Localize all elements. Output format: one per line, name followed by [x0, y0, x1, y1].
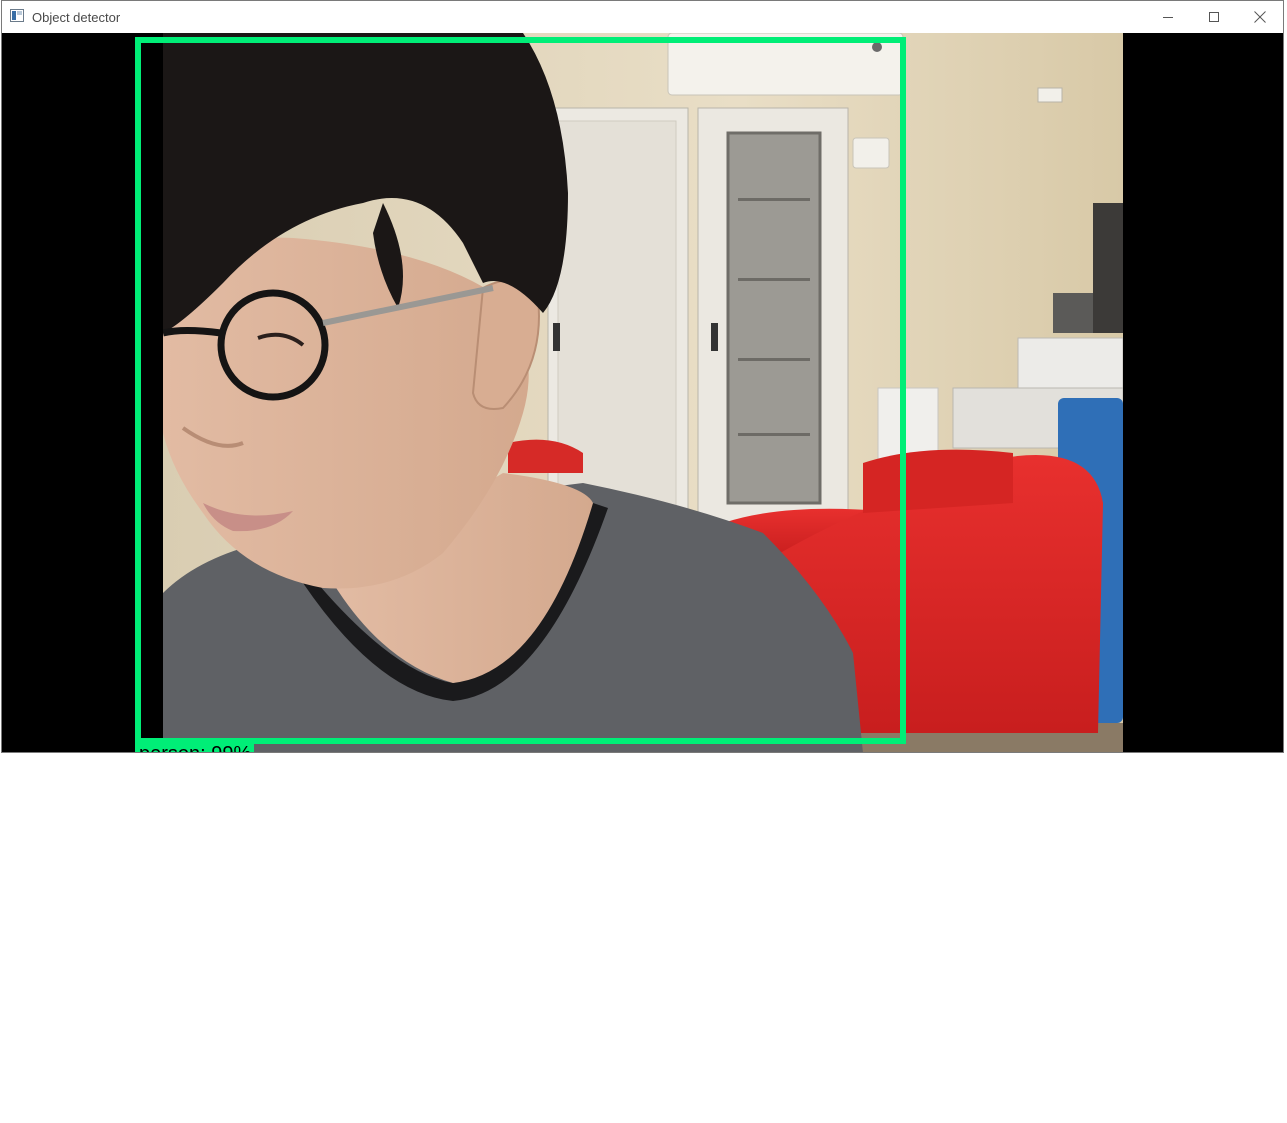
app-window-icon [10, 9, 24, 22]
detection-bounding-box [135, 37, 906, 744]
detection-label: person: 99% [135, 744, 255, 752]
minimize-icon [1163, 17, 1173, 18]
video-viewport: person: 99% [2, 33, 1283, 752]
maximize-icon [1209, 12, 1219, 22]
title-bar[interactable]: Object detector [2, 1, 1283, 33]
maximize-button[interactable] [1191, 1, 1237, 33]
close-icon [1254, 11, 1266, 23]
window-title: Object detector [32, 10, 121, 25]
app-window: Object detector [1, 0, 1284, 753]
minimize-button[interactable] [1145, 1, 1191, 33]
close-button[interactable] [1237, 1, 1283, 33]
